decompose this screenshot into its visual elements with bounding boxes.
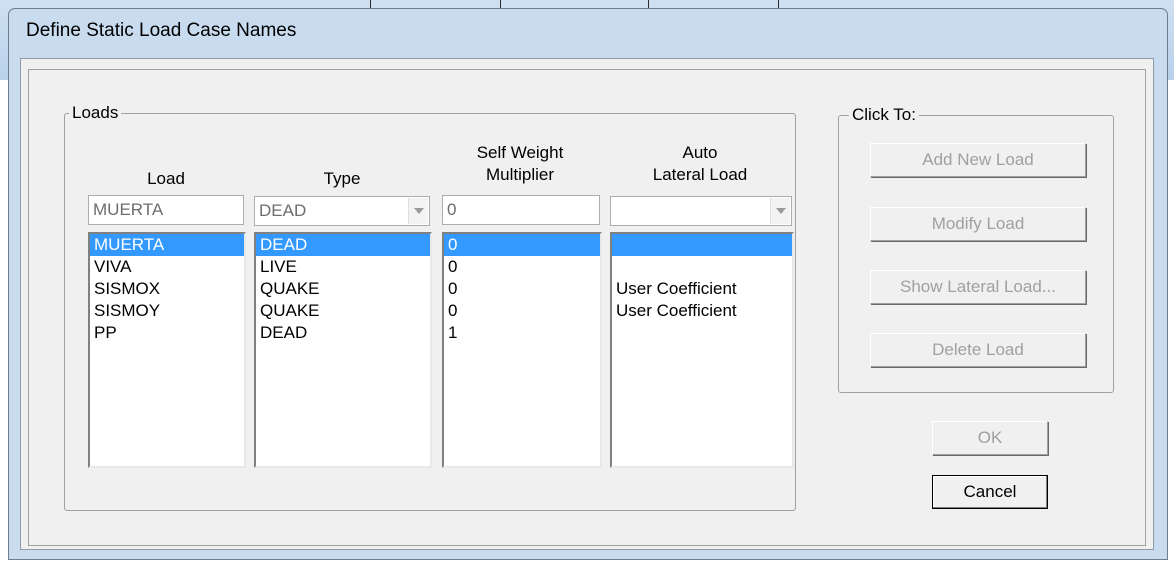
loads-group-label: Loads [69, 103, 122, 123]
list-item[interactable]: User Coefficient [612, 300, 792, 322]
header-auto-2: Lateral Load [652, 165, 748, 184]
list-item[interactable]: 1 [444, 322, 600, 344]
header-self-weight-1: Self Weight [476, 143, 564, 162]
self-weight-multiplier-input[interactable]: 0 [442, 195, 600, 225]
load-type-list[interactable]: DEAD LIVE QUAKE QUAKE DEAD [254, 232, 432, 468]
header-self-weight-2: Multiplier [485, 165, 555, 184]
auto-lateral-load-select[interactable] [610, 196, 792, 226]
list-item[interactable]: QUAKE [256, 278, 430, 300]
delete-load-button[interactable]: Delete Load [870, 333, 1086, 367]
load-name-input[interactable]: MUERTA [88, 195, 244, 225]
list-item[interactable]: VIVA [90, 256, 244, 278]
list-item[interactable]: LIVE [256, 256, 430, 278]
header-auto-1: Auto [682, 143, 718, 162]
click-to-group-label: Click To: [849, 105, 919, 125]
list-item[interactable]: DEAD [256, 234, 430, 256]
cancel-button[interactable]: Cancel [932, 475, 1048, 509]
list-item[interactable]: SISMOX [90, 278, 244, 300]
add-new-load-button[interactable]: Add New Load [870, 143, 1086, 177]
list-item[interactable]: 0 [444, 278, 600, 300]
chevron-down-icon[interactable] [770, 198, 790, 224]
list-item[interactable] [612, 234, 792, 256]
header-type: Type [323, 169, 361, 188]
list-item[interactable]: MUERTA [90, 234, 244, 256]
list-item[interactable] [612, 256, 792, 278]
list-item[interactable]: SISMOY [90, 300, 244, 322]
auto-lateral-load-list[interactable]: User Coefficient User Coefficient [610, 232, 794, 468]
header-load: Load [147, 169, 185, 188]
list-item[interactable]: DEAD [256, 322, 430, 344]
list-item[interactable]: 0 [444, 234, 600, 256]
list-item[interactable]: 0 [444, 300, 600, 322]
ok-button[interactable]: OK [932, 421, 1048, 455]
self-weight-multiplier-list[interactable]: 0 0 0 0 1 [442, 232, 602, 468]
load-type-select[interactable]: DEAD [254, 196, 430, 226]
list-item[interactable]: User Coefficient [612, 278, 792, 300]
load-type-value: DEAD [259, 201, 307, 220]
load-name-list[interactable]: MUERTA VIVA SISMOX SISMOY PP [88, 232, 246, 468]
list-item[interactable]: 0 [444, 256, 600, 278]
list-item[interactable]: QUAKE [256, 300, 430, 322]
list-item[interactable] [612, 322, 792, 344]
modify-load-button[interactable]: Modify Load [870, 207, 1086, 241]
chevron-down-icon[interactable] [408, 198, 428, 224]
show-lateral-load-button[interactable]: Show Lateral Load... [870, 270, 1086, 304]
list-item[interactable]: PP [90, 322, 244, 344]
dialog-title: Define Static Load Case Names [26, 20, 297, 41]
